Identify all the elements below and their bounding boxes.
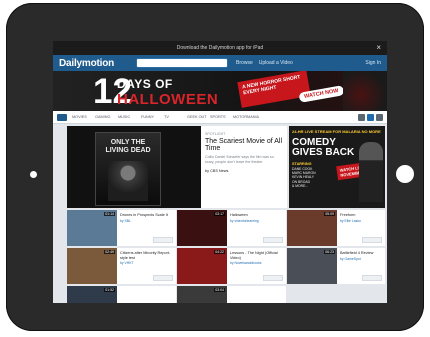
site-header: Dailymotion Browse Upload a Video Sign I…: [53, 55, 387, 71]
ad-starring-label: STARRING: [292, 162, 312, 166]
video-card[interactable]: 05:09 Freeform by Ellie Lasko: [287, 210, 385, 246]
more-button[interactable]: [263, 237, 283, 243]
halloween-banner[interactable]: 12 DAYS OF HALLOWEEN A NEW HORROR SHORT …: [53, 71, 387, 111]
ad-title-gives-back: GIVES BACK: [292, 147, 355, 158]
dailymotion-logo[interactable]: Dailymotion: [59, 58, 114, 69]
tablet-frame: Download the Dailymotion app for iPad × …: [6, 3, 424, 331]
nav-items: MOVIES GAMING MUSIC FUNNY TV GEEK OUT SP…: [72, 115, 259, 119]
video-card[interactable]: 06:23 Battlefield 4 Review by GameSpot: [287, 248, 385, 284]
video-thumbnail[interactable]: 03:17: [177, 210, 227, 246]
close-icon[interactable]: ×: [376, 43, 381, 52]
nav-item-funny[interactable]: FUNNY: [141, 115, 164, 119]
nav-item-sports[interactable]: SPORTS: [210, 115, 233, 119]
video-thumbnail[interactable]: 02:49: [67, 248, 117, 284]
more-button[interactable]: [362, 275, 382, 281]
settings-icon[interactable]: [358, 113, 365, 121]
more-button[interactable]: [153, 275, 173, 281]
featured-text: SPOTLIGHT The Scariest Movie of All Time…: [205, 132, 283, 173]
video-card[interactable]: 02:49 Citizens after Minority Report-sty…: [67, 248, 176, 284]
video-card[interactable]: 01:52: [67, 286, 176, 303]
zombie-figure: [108, 161, 148, 201]
movie-poster: ONLY THE LIVING DEAD: [95, 132, 161, 206]
comedy-gives-back-ad[interactable]: 24-HR LIVE STREAM FOR MALARIA NO MORE CO…: [289, 126, 385, 208]
nav-item-gaming[interactable]: GAMING: [95, 115, 118, 119]
home-button[interactable]: [396, 165, 414, 183]
video-thumbnail[interactable]: 04:22: [177, 248, 227, 284]
featured-title[interactable]: The Scariest Movie of All Time: [205, 138, 283, 152]
banner-halloween: HALLOWEEN: [117, 91, 219, 108]
browse-link[interactable]: Browse: [236, 60, 253, 66]
home-icon[interactable]: [57, 113, 67, 121]
spotlight-label: SPOTLIGHT: [205, 132, 226, 136]
header-links: Browse Upload a Video: [236, 60, 293, 66]
nav-item-music[interactable]: MUSIC: [118, 115, 141, 119]
video-card[interactable]: 03:04: [177, 286, 286, 303]
nav-item-geek-out[interactable]: GEEK OUT: [187, 115, 210, 119]
content-area: ONLY THE LIVING DEAD SPOTLIGHT The Scari…: [53, 124, 387, 303]
poster-title: ONLY THE LIVING DEAD: [105, 139, 151, 154]
app-download-text[interactable]: Download the Dailymotion app for iPad: [177, 45, 263, 51]
nav-item-motormania[interactable]: MOTORMANIA: [233, 115, 259, 119]
nav-item-tv[interactable]: TV: [164, 115, 187, 119]
video-thumbnail[interactable]: 06:23: [287, 248, 337, 284]
list-view-icon[interactable]: [376, 113, 383, 121]
featured-description: Collin Daniel Schaefer says the film was…: [205, 155, 274, 164]
more-button[interactable]: [362, 237, 382, 243]
featured-video[interactable]: ONLY THE LIVING DEAD SPOTLIGHT The Scari…: [67, 126, 287, 208]
banner-art: [343, 71, 387, 111]
sign-in-link[interactable]: Sign In: [365, 60, 381, 66]
more-button[interactable]: [263, 275, 283, 281]
nav-item-movies[interactable]: MOVIES: [72, 115, 95, 119]
video-thumbnail[interactable]: 03:04: [177, 286, 227, 303]
video-thumbnail[interactable]: 05:09: [287, 210, 337, 246]
camera-dot: [30, 171, 37, 178]
ad-top-line: 24-HR LIVE STREAM FOR MALARIA NO MORE: [292, 129, 381, 134]
grid-view-icon[interactable]: [367, 113, 374, 121]
video-card[interactable]: 01:14 Drones in Prospects Scale It by SBL: [67, 210, 176, 246]
upload-link[interactable]: Upload a Video: [259, 60, 293, 66]
app-download-banner[interactable]: Download the Dailymotion app for iPad ×: [53, 41, 387, 55]
video-thumbnail[interactable]: 01:14: [67, 210, 117, 246]
featured-thumbnail[interactable]: ONLY THE LIVING DEAD: [67, 126, 201, 208]
video-card[interactable]: 04:22 Lessons - The Night (Official Vide…: [177, 248, 286, 284]
ad-person-photo: [359, 142, 383, 202]
category-nav: MOVIES GAMING MUSIC FUNNY TV GEEK OUT SP…: [53, 111, 387, 124]
video-thumbnail[interactable]: 01:52: [67, 286, 117, 303]
search-input[interactable]: [136, 58, 229, 68]
nav-controls: [358, 113, 383, 121]
more-button[interactable]: [153, 237, 173, 243]
tablet-screen: Download the Dailymotion app for iPad × …: [53, 41, 387, 303]
banner-days-of: DAYS OF: [117, 77, 173, 91]
video-card[interactable]: 03:17 Halloween by videoforlearning: [177, 210, 286, 246]
featured-by[interactable]: by CBS News: [205, 169, 283, 173]
ad-names: DANE COOK MARC MARON KEVIN HEALY ON BROA…: [292, 167, 316, 188]
